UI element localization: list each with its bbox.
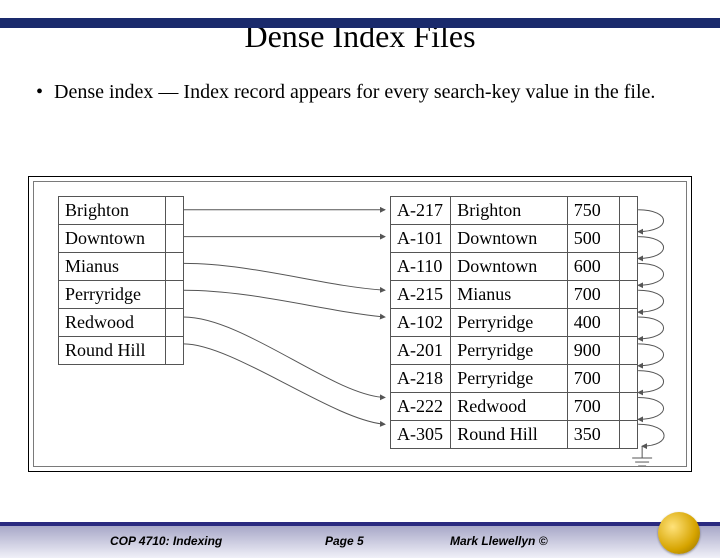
footer-course: COP 4710: Indexing [110,534,222,548]
index-key: Downtown [59,225,166,253]
branch-cell: Perryridge [451,309,567,337]
index-key: Round Hill [59,337,166,365]
bal-cell: 700 [567,281,619,309]
bal-cell: 700 [567,365,619,393]
data-row: A-218Perryridge700 [391,365,638,393]
university-logo-icon [658,512,700,554]
data-row: A-101Downtown500 [391,225,638,253]
footer-page: Page 5 [325,534,364,548]
index-row: Mianus [59,253,184,281]
index-row: Downtown [59,225,184,253]
bal-cell: 700 [567,393,619,421]
top-accent-band [0,18,720,28]
data-row: A-217Brighton750 [391,197,638,225]
data-row: A-215Mianus700 [391,281,638,309]
diagram-inner-frame: Brighton Downtown Mianus Perryridge Redw… [33,181,687,467]
acct-cell: A-218 [391,365,451,393]
branch-cell: Mianus [451,281,567,309]
index-table: Brighton Downtown Mianus Perryridge Redw… [58,196,184,365]
acct-cell: A-101 [391,225,451,253]
bal-cell: 350 [567,421,619,449]
index-row: Brighton [59,197,184,225]
data-row: A-102Perryridge400 [391,309,638,337]
index-pointer-cell [166,253,184,281]
branch-cell: Downtown [451,225,567,253]
data-file-table: A-217Brighton750 A-101Downtown500 A-110D… [390,196,638,449]
acct-cell: A-222 [391,393,451,421]
record-pointer-cell [619,393,637,421]
acct-cell: A-201 [391,337,451,365]
data-row: A-201Perryridge900 [391,337,638,365]
data-row: A-110Downtown600 [391,253,638,281]
index-pointer-cell [166,309,184,337]
index-key: Redwood [59,309,166,337]
record-pointer-cell [619,421,637,449]
branch-cell: Perryridge [451,337,567,365]
data-row: A-305Round Hill350 [391,421,638,449]
acct-cell: A-102 [391,309,451,337]
acct-cell: A-305 [391,421,451,449]
acct-cell: A-215 [391,281,451,309]
acct-cell: A-217 [391,197,451,225]
index-row: Round Hill [59,337,184,365]
record-pointer-cell [619,197,637,225]
bal-cell: 400 [567,309,619,337]
record-pointer-cell [619,309,637,337]
bal-cell: 750 [567,197,619,225]
branch-cell: Round Hill [451,421,567,449]
branch-cell: Brighton [451,197,567,225]
record-pointer-cell [619,281,637,309]
index-pointer-cell [166,281,184,309]
record-pointer-cell [619,337,637,365]
data-row: A-222Redwood700 [391,393,638,421]
bullet-marker: • [36,79,54,106]
bullet-list: • Dense index — Index record appears for… [36,79,684,106]
record-pointer-cell [619,253,637,281]
branch-cell: Downtown [451,253,567,281]
index-pointer-cell [166,337,184,365]
acct-cell: A-110 [391,253,451,281]
index-row: Redwood [59,309,184,337]
branch-cell: Redwood [451,393,567,421]
index-pointer-cell [166,197,184,225]
branch-cell: Perryridge [451,365,567,393]
index-row: Perryridge [59,281,184,309]
index-key: Perryridge [59,281,166,309]
record-pointer-cell [619,225,637,253]
record-pointer-cell [619,365,637,393]
bullet-text: Dense index — Index record appears for e… [54,79,684,106]
bal-cell: 600 [567,253,619,281]
diagram-container: Brighton Downtown Mianus Perryridge Redw… [28,176,692,472]
footer: COP 4710: Indexing Page 5 Mark Llewellyn… [0,508,720,558]
bal-cell: 900 [567,337,619,365]
index-pointer-cell [166,225,184,253]
index-key: Brighton [59,197,166,225]
bal-cell: 500 [567,225,619,253]
footer-author: Mark Llewellyn © [450,534,548,548]
index-key: Mianus [59,253,166,281]
